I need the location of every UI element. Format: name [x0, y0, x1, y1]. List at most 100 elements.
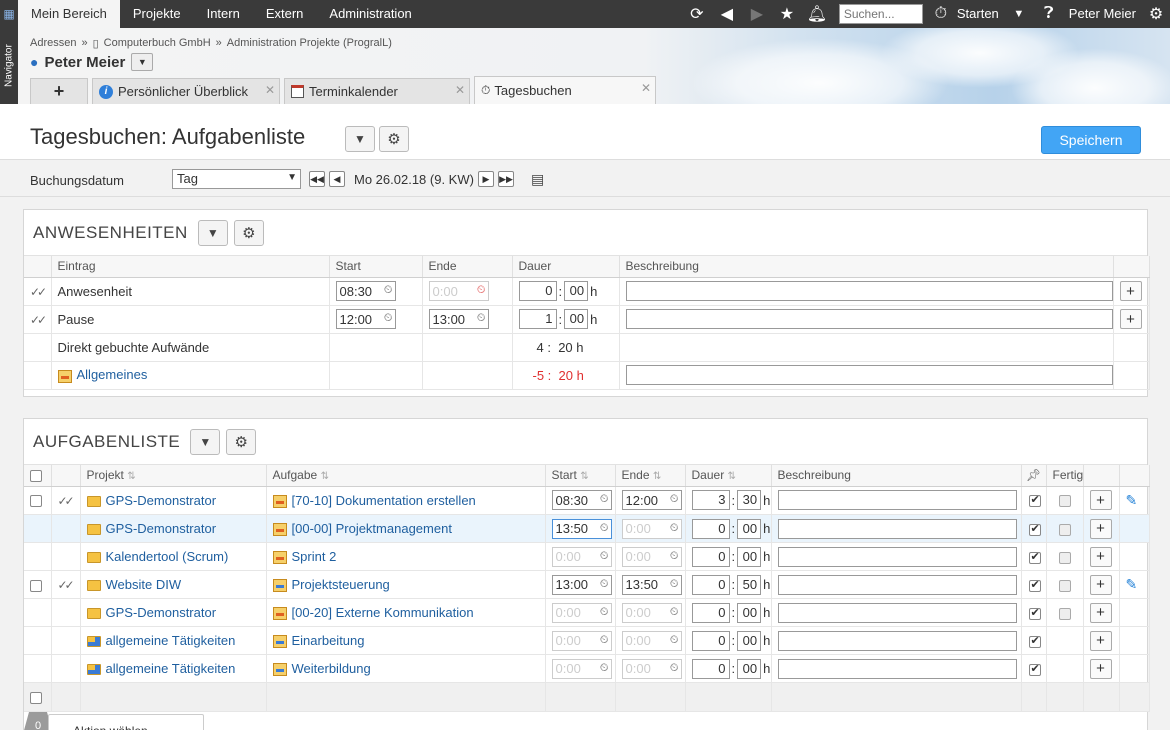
table-row[interactable]: Kalendertool (Scrum) Sprint 2 0:00 ⏲︎ 0:00 ⏲︎… — [24, 542, 1150, 571]
task-link[interactable]: [00-00] Projektmanagement — [292, 521, 452, 536]
end-time-input[interactable]: 0:00 ⏲︎ — [621, 518, 682, 539]
row-checkbox[interactable] — [30, 579, 42, 592]
breadcrumb-item[interactable]: Administration Projekte (ProgralL) — [227, 37, 392, 50]
tab-persoenlicher-ueberblick[interactable]: i Persönlicher Überblick ✕ — [92, 78, 280, 104]
help-icon[interactable]: ❓︎ — [1035, 0, 1063, 28]
table-row[interactable]: GPS-Demonstrator [00-00] Projektmanagemen… — [24, 514, 1150, 543]
project-link[interactable]: allgemeine Tätigkeiten — [106, 633, 236, 648]
description-input[interactable] — [777, 490, 1017, 511]
clock-icon[interactable]: ⏲︎ — [477, 312, 486, 325]
add-tab-button[interactable]: + — [30, 78, 88, 104]
clock-icon[interactable]: ⏲︎ — [384, 312, 393, 325]
table-row[interactable]: allgemeine Tätigkeiten Einarbeitung 0:00 ⏲︎… — [24, 626, 1150, 655]
clock-icon[interactable]: ⏲︎ — [600, 493, 609, 506]
col-aufgabe[interactable]: Aufgabe ⇅ — [266, 465, 546, 487]
description-input[interactable] — [777, 574, 1017, 595]
duration-input[interactable]: 0:00 h — [691, 546, 770, 567]
prev-period-button[interactable]: ◀ — [329, 171, 345, 187]
start-time-input[interactable]: 12:00 ⏲︎ — [335, 309, 396, 329]
task-link[interactable]: [70-10] Dokumentation erstellen — [292, 493, 476, 508]
task-link[interactable]: Projektsteuerung — [292, 577, 390, 592]
done-checkbox[interactable] — [1058, 579, 1071, 592]
chevron-down-icon[interactable]: ▼ — [1005, 0, 1033, 28]
pin-checkbox[interactable] — [1028, 493, 1041, 508]
clock-icon[interactable]: ⏲︎ — [600, 578, 609, 591]
description-input[interactable] — [777, 602, 1017, 623]
start-time-input[interactable]: 13:00 ⏲︎ — [551, 574, 612, 595]
close-icon[interactable]: ✕ — [455, 83, 465, 97]
next-period-button[interactable]: ▶ — [478, 171, 494, 187]
end-time-input[interactable]: 0:00 ⏲︎ — [621, 658, 682, 679]
nav-intern[interactable]: Intern — [194, 0, 253, 28]
navigator-toggle[interactable]: Navigator — [0, 28, 18, 104]
description-input[interactable] — [777, 630, 1017, 651]
refresh-icon[interactable]: ⟳ — [683, 0, 711, 28]
start-time-input[interactable]: 0:00 ⏲︎ — [551, 602, 612, 623]
add-row-button[interactable]: + — [1089, 602, 1112, 623]
last-period-button[interactable]: ▶▶ — [498, 171, 514, 187]
clock-icon[interactable]: ⏲︎ — [670, 606, 679, 619]
gear-icon[interactable]: ⚙ — [1142, 0, 1170, 28]
end-time-input[interactable]: 0:00 ⏲︎ — [621, 630, 682, 651]
start-time-input[interactable]: 0:00 ⏲︎ — [551, 630, 612, 651]
end-time-input[interactable]: 0:00 ⏲︎ — [621, 602, 682, 623]
first-period-button[interactable]: ◀◀ — [309, 171, 325, 187]
col-dauer[interactable]: Dauer ⇅ — [685, 465, 772, 487]
project-link[interactable]: GPS-Demonstrator — [106, 521, 217, 536]
add-row-button[interactable]: + — [1089, 518, 1112, 539]
action-select[interactable]: Aktion wählen — [48, 714, 204, 730]
tab-tagesbuchen[interactable]: ⏱︎ Tagesbuchen ✕ — [474, 76, 656, 104]
search-input[interactable] — [838, 4, 923, 24]
user-menu[interactable]: Peter Meier — [1065, 0, 1140, 28]
done-checkbox[interactable] — [1058, 607, 1071, 620]
task-link[interactable]: Weiterbildung — [292, 661, 371, 676]
pin-checkbox[interactable] — [1028, 634, 1041, 648]
project-link[interactable]: Kalendertool (Scrum) — [106, 549, 229, 564]
duration-input[interactable]: 3:30 h — [691, 490, 770, 511]
end-time-input[interactable]: 13:00 ⏲︎ — [428, 309, 489, 329]
title-dropdown-button[interactable]: ▼ — [345, 126, 375, 152]
task-link[interactable]: [00-20] Externe Kommunikation — [292, 605, 474, 620]
done-checkbox[interactable] — [1058, 495, 1071, 508]
pin-checkbox[interactable] — [1028, 662, 1041, 676]
start-time-input[interactable]: 08:30 ⏲︎ — [551, 490, 612, 511]
add-row-button[interactable]: + — [1089, 546, 1112, 567]
clock-icon[interactable]: ⏲︎ — [600, 550, 609, 563]
task-link[interactable]: Sprint 2 — [292, 549, 337, 564]
clock-icon[interactable]: ⏲︎ — [670, 662, 679, 675]
clock-icon[interactable]: ⏲︎ — [600, 662, 609, 675]
select-all-checkbox[interactable] — [30, 470, 42, 483]
duration-input[interactable]: 0:00 h — [691, 518, 770, 539]
nav-administration[interactable]: Administration — [316, 0, 424, 28]
project-link[interactable]: GPS-Demonstrator — [106, 605, 217, 620]
duration-input[interactable]: 1:00 h — [518, 309, 597, 329]
pin-checkbox[interactable] — [1028, 550, 1041, 564]
footer-checkbox[interactable] — [30, 691, 42, 704]
edit-icon[interactable]: ✎ — [1126, 492, 1138, 508]
clock-icon[interactable]: ⏲︎ — [600, 634, 609, 647]
project-link[interactable]: allgemeine Tätigkeiten — [106, 661, 236, 676]
forward-arrow-icon[interactable]: ▶ — [743, 0, 771, 28]
close-icon[interactable]: ✕ — [265, 83, 275, 97]
description-input[interactable] — [777, 658, 1017, 679]
back-arrow-icon[interactable]: ◀ — [713, 0, 741, 28]
user-dropdown-button[interactable]: ▼ — [131, 53, 154, 71]
col-projekt[interactable]: Projekt ⇅ — [80, 465, 267, 487]
start-time-input[interactable]: 08:30 ⏲︎ — [335, 281, 396, 301]
clock-icon[interactable]: ⏲︎ — [477, 284, 486, 297]
add-row-button[interactable]: + — [1119, 281, 1142, 301]
clock-icon[interactable]: ⏲︎ — [670, 550, 679, 563]
add-row-button[interactable]: + — [1089, 490, 1112, 511]
calendar-picker-icon[interactable]: ▤ — [531, 171, 544, 188]
add-row-button[interactable]: + — [1089, 574, 1112, 595]
end-time-input[interactable]: 0:00 ⏲︎ — [621, 546, 682, 567]
nav-projekte[interactable]: Projekte — [120, 0, 194, 28]
end-time-input[interactable]: 0:00 ⏲︎ — [428, 281, 489, 301]
panel-settings-gear-icon[interactable]: ⚙ — [226, 428, 257, 455]
start-time-input[interactable]: 13:50 ⏲︎ — [551, 518, 612, 539]
col-start[interactable]: Start ⇅ — [545, 465, 616, 487]
description-input[interactable] — [625, 365, 1112, 385]
breadcrumb-item[interactable]: Computerbuch GmbH — [104, 37, 211, 50]
clock-icon[interactable]: ⏲︎ — [670, 634, 679, 647]
col-ende[interactable]: Ende ⇅ — [615, 465, 686, 487]
